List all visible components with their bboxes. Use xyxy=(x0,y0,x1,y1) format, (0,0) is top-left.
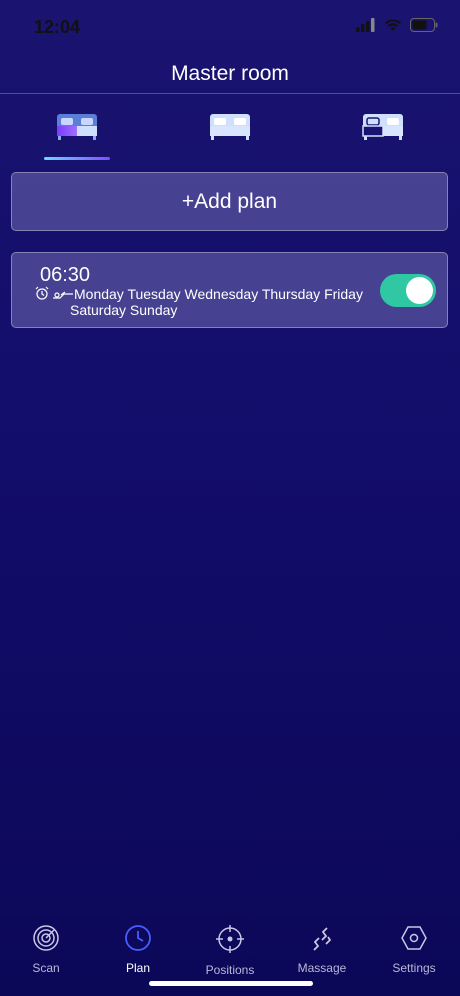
tab-label: Massage xyxy=(297,961,347,975)
status-icons xyxy=(356,17,438,37)
add-plan-button[interactable]: +Add plan xyxy=(11,172,448,231)
status-bar: 12:04 xyxy=(0,0,460,54)
plan-days: Monday Tuesday Wednesday Thursday Friday… xyxy=(70,286,394,318)
crosshair-icon xyxy=(215,924,245,959)
battery-icon xyxy=(410,17,438,37)
bed-tab-split[interactable] xyxy=(0,100,153,160)
tab-label: Scan xyxy=(32,961,60,975)
wifi-icon xyxy=(384,18,402,37)
signal-icon xyxy=(356,17,376,37)
alarm-icon xyxy=(34,286,50,305)
home-indicator[interactable] xyxy=(149,981,313,986)
header: Master room xyxy=(0,54,460,94)
plan-days-line1: Monday Tuesday Wednesday Thursday Friday xyxy=(74,286,363,302)
plan-card[interactable]: 06:30 Monday Tuesday Wednesday Thursday … xyxy=(11,252,448,328)
bed-full-icon xyxy=(208,112,252,147)
tab-scan[interactable]: Scan xyxy=(0,916,92,996)
hexagon-gear-icon xyxy=(400,924,428,957)
scan-icon xyxy=(32,924,60,957)
tab-label: Plan xyxy=(125,961,151,975)
status-time: 12:04 xyxy=(34,16,81,37)
toggle-knob xyxy=(406,277,433,304)
massage-icon xyxy=(308,924,336,957)
plan-time: 06:30 xyxy=(40,264,91,286)
clock-icon xyxy=(124,924,152,957)
bed-tabs xyxy=(0,100,460,160)
tab-settings[interactable]: Settings xyxy=(368,916,460,996)
tab-label: Positions xyxy=(205,963,255,977)
page-title: Master room xyxy=(171,61,289,85)
bed-split-outline-icon xyxy=(361,112,405,147)
bed-split-icon xyxy=(55,112,99,147)
bed-tab-split-outline[interactable] xyxy=(307,100,460,160)
tab-label: Settings xyxy=(392,961,436,975)
plan-icons xyxy=(34,286,74,305)
bed-tab-indicator xyxy=(43,157,110,160)
bed-tab-full[interactable] xyxy=(153,100,306,160)
plan-toggle[interactable] xyxy=(380,274,436,307)
plan-days-line2: Saturday Sunday xyxy=(70,302,178,318)
